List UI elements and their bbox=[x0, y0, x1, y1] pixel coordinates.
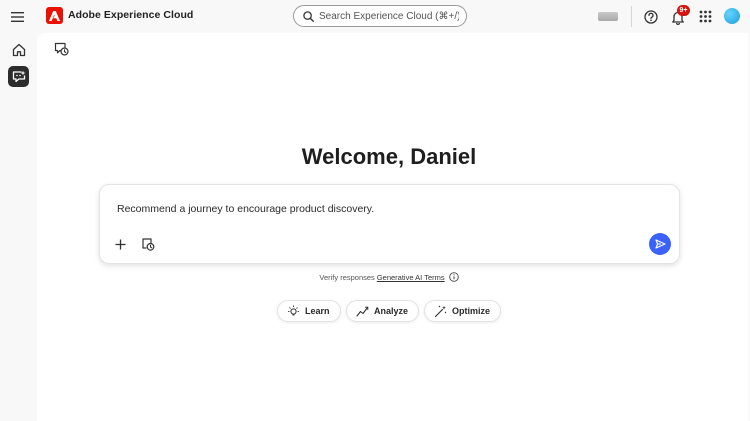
apps-grid-icon[interactable] bbox=[696, 7, 715, 26]
top-bar: Adobe Experience Cloud 9+ bbox=[0, 0, 750, 33]
optimize-label: Optimize bbox=[452, 306, 491, 316]
send-button[interactable] bbox=[649, 233, 671, 255]
add-icon[interactable] bbox=[112, 236, 128, 252]
adobe-logo-icon[interactable] bbox=[46, 7, 63, 24]
generative-ai-terms-link[interactable]: Generative AI Terms bbox=[377, 273, 445, 282]
verify-text: Verify responses bbox=[319, 272, 375, 282]
trend-line-icon bbox=[356, 306, 369, 317]
main-panel: Welcome, Daniel Recommend a journey to e… bbox=[37, 33, 748, 421]
left-rail bbox=[0, 33, 37, 421]
prompt-box[interactable]: Recommend a journey to encourage product… bbox=[99, 184, 680, 264]
info-icon[interactable] bbox=[448, 272, 459, 282]
welcome-heading: Welcome, Daniel bbox=[301, 144, 477, 169]
chat-history-icon[interactable] bbox=[52, 40, 70, 58]
context-history-icon[interactable] bbox=[140, 236, 156, 252]
search-input[interactable] bbox=[319, 10, 459, 22]
optimize-chip[interactable]: Optimize bbox=[424, 300, 501, 322]
home-icon[interactable] bbox=[9, 40, 29, 60]
verify-notice: Verify responses Generative AI Terms bbox=[37, 272, 741, 282]
brand-name[interactable]: Adobe Experience Cloud bbox=[68, 9, 193, 21]
avatar[interactable] bbox=[724, 8, 740, 24]
magic-wand-icon bbox=[434, 305, 447, 317]
analyze-label: Analyze bbox=[374, 306, 409, 316]
lightbulb-icon bbox=[288, 305, 299, 315]
search-box[interactable] bbox=[293, 5, 467, 27]
send-icon bbox=[654, 239, 666, 249]
learn-chip[interactable]: Learn bbox=[277, 300, 341, 322]
notification-badge: 9+ bbox=[677, 5, 690, 16]
org-switcher[interactable] bbox=[598, 12, 618, 21]
chat-sparkle-icon[interactable] bbox=[8, 66, 29, 87]
menu-icon[interactable] bbox=[8, 7, 28, 27]
analyze-chip[interactable]: Analyze bbox=[346, 300, 419, 322]
learn-label: Learn bbox=[305, 306, 330, 316]
divider bbox=[631, 6, 632, 27]
prompt-input[interactable]: Recommend a journey to encourage product… bbox=[117, 203, 374, 215]
search-icon bbox=[303, 10, 314, 22]
help-icon[interactable] bbox=[641, 7, 660, 26]
